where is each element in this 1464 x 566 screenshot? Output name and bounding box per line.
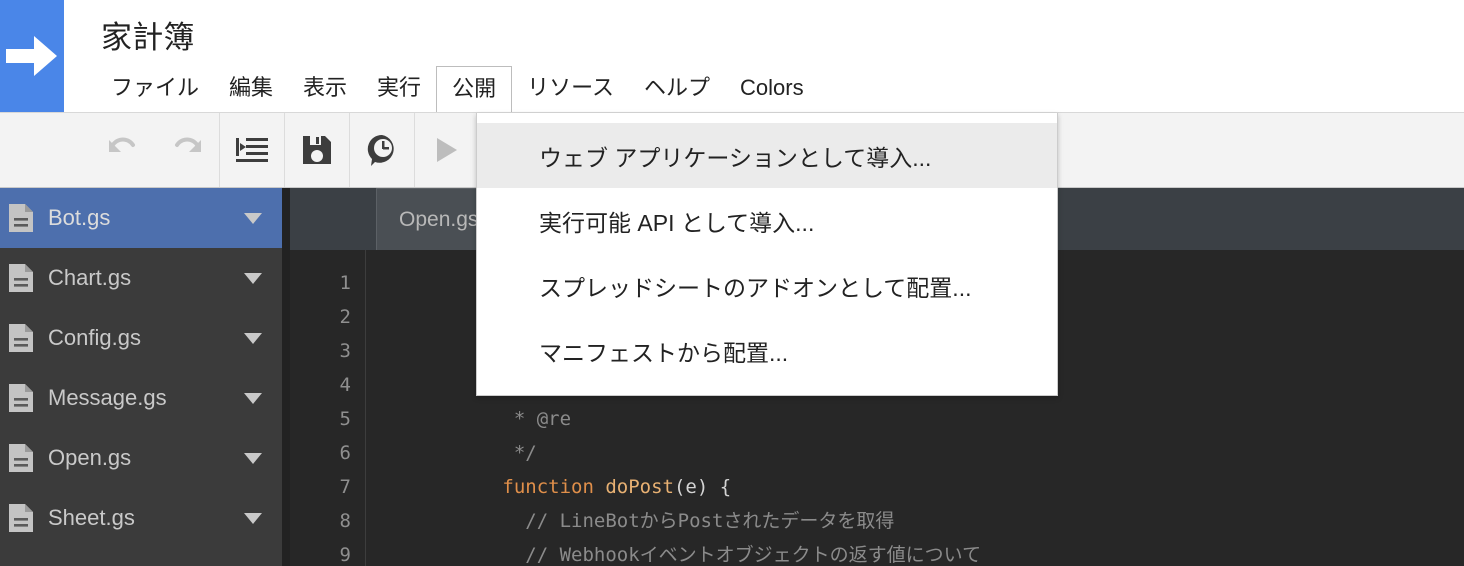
toolbar-group-history2 [350, 113, 415, 187]
code-token: (e) { [673, 476, 732, 498]
menu-file[interactable]: ファイル [96, 66, 214, 112]
sidebar-item-label: Bot.gs [48, 205, 111, 230]
file-icon [9, 444, 33, 472]
line-number-gutter: 1 2 3 4 5 6 7 8 9 [290, 250, 366, 566]
menu-view[interactable]: 表示 [288, 66, 362, 112]
menu-help[interactable]: ヘルプ [629, 66, 725, 112]
chevron-down-icon[interactable] [244, 512, 262, 524]
code-token: * @re [502, 408, 572, 430]
play-icon [437, 138, 457, 162]
save-button[interactable] [285, 113, 349, 187]
chevron-down-icon[interactable] [244, 212, 262, 224]
sidebar-item-label: Open.gs [48, 445, 132, 470]
arrow-right-icon [6, 36, 57, 76]
line-number: 3 [339, 340, 351, 362]
sidebar-resize-handle[interactable] [282, 188, 290, 566]
menu-resources[interactable]: リソース [512, 66, 629, 112]
line-number: 6 [339, 442, 351, 464]
line-number: 5 [339, 408, 351, 430]
tabbar-lead-space [290, 188, 376, 250]
sidebar-item-label: Sheet.gs [48, 505, 135, 530]
menu-publish[interactable]: 公開 [436, 66, 513, 112]
undo-button[interactable] [91, 113, 155, 187]
menu-colors[interactable]: Colors [725, 66, 819, 112]
menu-run[interactable]: 実行 [362, 66, 436, 112]
file-icon [9, 324, 33, 352]
chevron-down-icon[interactable] [244, 452, 262, 464]
file-icon [9, 204, 33, 232]
redo-button[interactable] [155, 113, 219, 187]
menu-item-deploy-api[interactable]: 実行可能 API として導入... [477, 188, 1057, 253]
page-title: 家計簿 [101, 20, 195, 55]
toolbar-group-history [0, 113, 220, 187]
undo-icon [109, 137, 135, 152]
code-token: doPost [605, 476, 674, 498]
sidebar-item-open[interactable]: Open.gs [0, 428, 282, 488]
file-icon [9, 264, 33, 292]
sidebar-item-sheet[interactable]: Sheet.gs [0, 488, 282, 548]
sidebar-item-label: Message.gs [48, 385, 167, 410]
menu-edit[interactable]: 編集 [214, 66, 288, 112]
publish-dropdown-menu: ウェブ アプリケーションとして導入... 実行可能 API として導入... ス… [476, 113, 1058, 396]
sidebar-item-bot[interactable]: Bot.gs [0, 188, 282, 248]
line-number: 1 [339, 272, 351, 294]
chevron-down-icon[interactable] [244, 332, 262, 344]
file-sidebar: Bot.gs Chart.gs Config.gs Message.gs Ope… [0, 188, 282, 566]
clock-icon [367, 134, 394, 166]
file-icon [9, 384, 33, 412]
save-icon [303, 136, 331, 164]
line-number: 4 [339, 374, 351, 396]
app-logo[interactable] [0, 0, 64, 112]
version-history-button[interactable] [350, 113, 414, 187]
menu-item-deploy-sheets-addon[interactable]: スプレッドシートのアドオンとして配置... [477, 253, 1057, 318]
run-button[interactable] [415, 113, 479, 187]
code-token: // Webhookイベントオブジェクトの返す値について [502, 544, 982, 566]
sidebar-item-config[interactable]: Config.gs [0, 308, 282, 368]
menu-item-deploy-web-app[interactable]: ウェブ アプリケーションとして導入... [477, 123, 1057, 188]
indent-icon [236, 138, 268, 162]
chevron-down-icon[interactable] [244, 392, 262, 404]
indent-button[interactable] [220, 113, 284, 187]
sidebar-item-chart[interactable]: Chart.gs [0, 248, 282, 308]
chevron-down-icon[interactable] [244, 272, 262, 284]
code-token: */ [502, 442, 537, 464]
line-number: 7 [339, 476, 351, 498]
sidebar-item-label: Chart.gs [48, 265, 132, 290]
file-icon [9, 504, 33, 532]
line-number: 2 [339, 306, 351, 328]
toolbar-left-spacer [0, 113, 91, 187]
redo-icon [175, 137, 201, 152]
code-token: function [502, 476, 606, 498]
toolbar-group-format [220, 113, 285, 187]
menubar: ファイル 編集 表示 実行 公開 リソース ヘルプ Colors [96, 66, 819, 112]
header: 家計簿 ファイル 編集 表示 実行 公開 リソース ヘルプ Colors [0, 0, 1464, 112]
apps-script-editor-window: 家計簿 ファイル 編集 表示 実行 公開 リソース ヘルプ Colors Bot… [0, 0, 1464, 566]
line-number: 8 [339, 510, 351, 532]
toolbar-group-save [285, 113, 350, 187]
code-token: // LineBotからPostされたデータを取得 [502, 510, 895, 532]
menu-item-deploy-manifest[interactable]: マニフェストから配置... [477, 318, 1057, 383]
line-number: 9 [339, 544, 351, 566]
code-line: function doPost(e) { [388, 436, 1464, 498]
sidebar-item-message[interactable]: Message.gs [0, 368, 282, 428]
sidebar-item-label: Config.gs [48, 325, 141, 350]
